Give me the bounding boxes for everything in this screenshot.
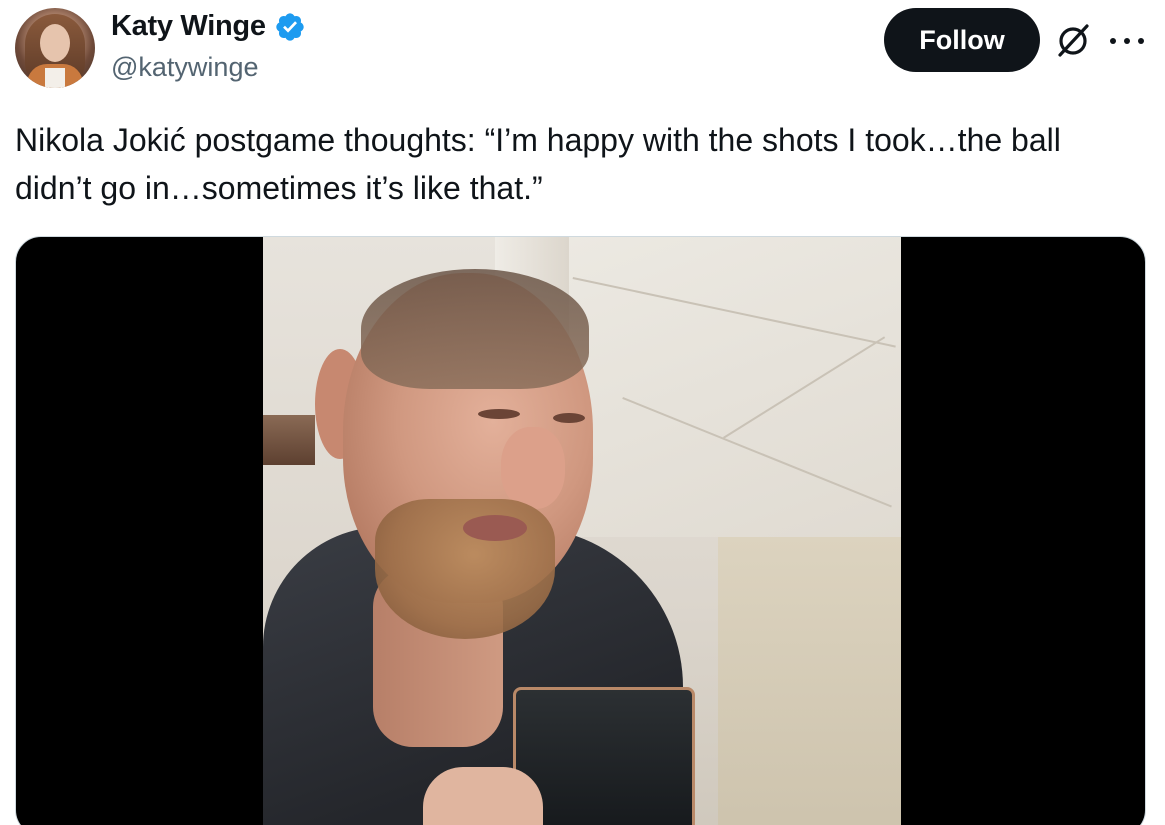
video-wall [718,537,901,825]
author-name-row: Katy Winge [111,10,306,43]
avatar[interactable] [15,8,95,88]
video-nose [501,427,565,509]
avatar-shirt-inner [45,68,65,88]
verified-badge-icon[interactable] [274,11,306,43]
more-dot [1110,38,1116,44]
video-hand [423,767,543,825]
more-dot [1138,38,1144,44]
avatar-face [40,24,70,62]
more-options-icon[interactable] [1110,26,1144,56]
video-beard [375,499,555,639]
tweet-video[interactable] [15,236,1146,825]
video-ceiling [563,237,901,537]
grok-icon[interactable] [1054,22,1092,60]
author-handle[interactable]: @katywinge [111,52,258,83]
follow-button[interactable]: Follow [884,8,1040,72]
tweet-text: Nikola Jokić postgame thoughts: “I’m hap… [15,122,1061,206]
video-frame [263,237,901,825]
video-eye [553,413,585,423]
video-shelf [263,415,315,465]
author-display-name[interactable]: Katy Winge [111,10,266,43]
more-dot [1124,38,1130,44]
video-mouth [463,515,527,541]
video-eye [478,409,520,419]
video-hair [361,269,589,389]
tweet-card: Katy Winge @katywinge Follow Nikola Joki… [0,0,1165,825]
